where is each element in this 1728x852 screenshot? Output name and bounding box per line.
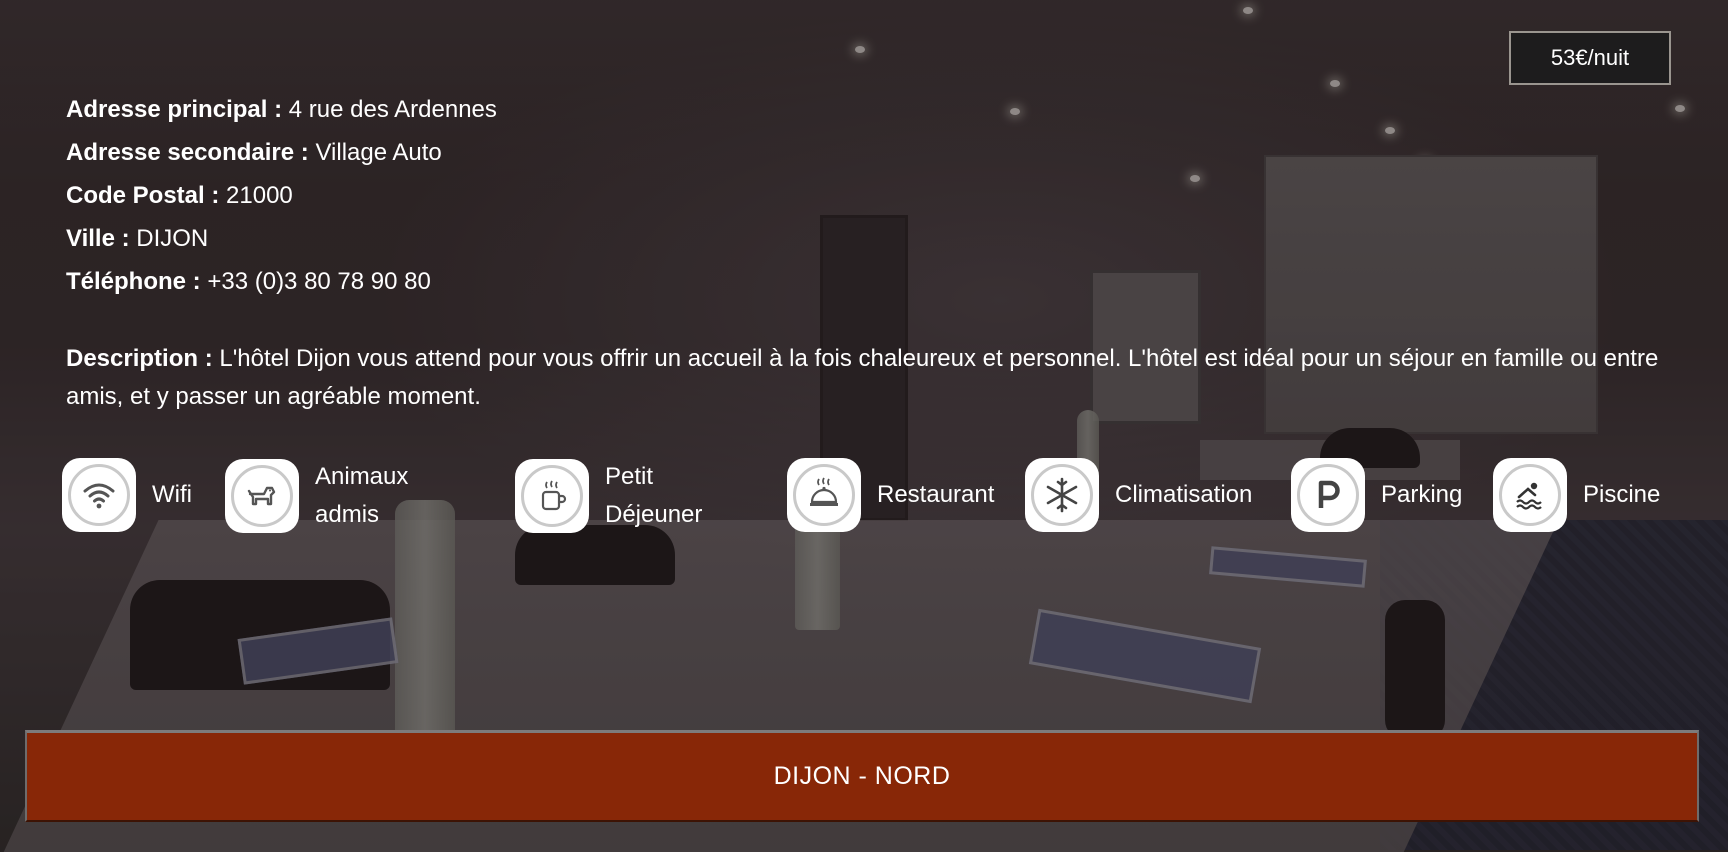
amenity-breakfast: Petit Déjeuner	[515, 458, 702, 534]
coffee-cup-icon	[515, 459, 589, 533]
parking-icon	[1291, 458, 1365, 532]
info-label: Adresse principal :	[66, 96, 283, 123]
amenity-label: Climatisation	[1115, 481, 1253, 508]
amenity-restaurant: Restaurant	[787, 458, 994, 532]
info-row-address-secondary: Adresse secondaire : Village Auto	[66, 131, 497, 174]
address-block: Adresse principal : 4 rue des Ardennes A…	[66, 88, 497, 303]
amenity-wifi: Wifi	[62, 458, 192, 532]
info-value: Village Auto	[315, 139, 442, 166]
description: Description : L'hôtel Dijon vous attend …	[66, 340, 1686, 416]
snowflake-icon	[1025, 458, 1099, 532]
hotel-name-button[interactable]: DIJON - NORD	[25, 730, 1699, 822]
cloche-icon	[787, 458, 861, 532]
amenity-label: Wifi	[152, 481, 192, 508]
swimmer-icon	[1493, 458, 1567, 532]
price-badge: 53€/nuit	[1509, 31, 1671, 85]
info-label: Adresse secondaire :	[66, 139, 309, 166]
info-row-city: Ville : DIJON	[66, 217, 497, 260]
info-value: DIJON	[136, 225, 209, 252]
hotel-name: DIJON - NORD	[773, 762, 951, 790]
info-label: Téléphone :	[66, 268, 201, 295]
info-value: 4 rue des Ardennes	[288, 96, 497, 123]
description-text: L'hôtel Dijon vous attend pour vous offr…	[66, 345, 1659, 410]
amenity-label: Parking	[1381, 481, 1463, 508]
wifi-icon	[62, 458, 136, 532]
info-label: Code Postal :	[66, 182, 220, 209]
amenity-label: Piscine	[1583, 481, 1661, 508]
amenity-air-conditioning: Climatisation	[1025, 458, 1252, 532]
hotel-card: 53€/nuit Adresse principal : 4 rue des A…	[0, 0, 1728, 852]
amenity-label: Animaux admis	[315, 463, 409, 528]
description-label: Description :	[66, 345, 213, 372]
info-row-phone: Téléphone : +33 (0)3 80 78 90 80	[66, 260, 497, 303]
info-label: Ville :	[66, 225, 130, 252]
info-row-address-main: Adresse principal : 4 rue des Ardennes	[66, 88, 497, 131]
amenity-label: Petit Déjeuner	[605, 463, 703, 528]
amenity-parking: Parking	[1291, 458, 1462, 532]
price-text: 53€/nuit	[1550, 45, 1630, 70]
info-row-postal-code: Code Postal : 21000	[66, 174, 497, 217]
amenity-pets: Animaux admis	[225, 458, 408, 534]
amenity-pool: Piscine	[1493, 458, 1660, 532]
amenity-label: Restaurant	[877, 481, 995, 508]
info-value: 21000	[226, 182, 293, 209]
info-value: +33 (0)3 80 78 90 80	[207, 268, 431, 295]
dog-icon	[225, 459, 299, 533]
